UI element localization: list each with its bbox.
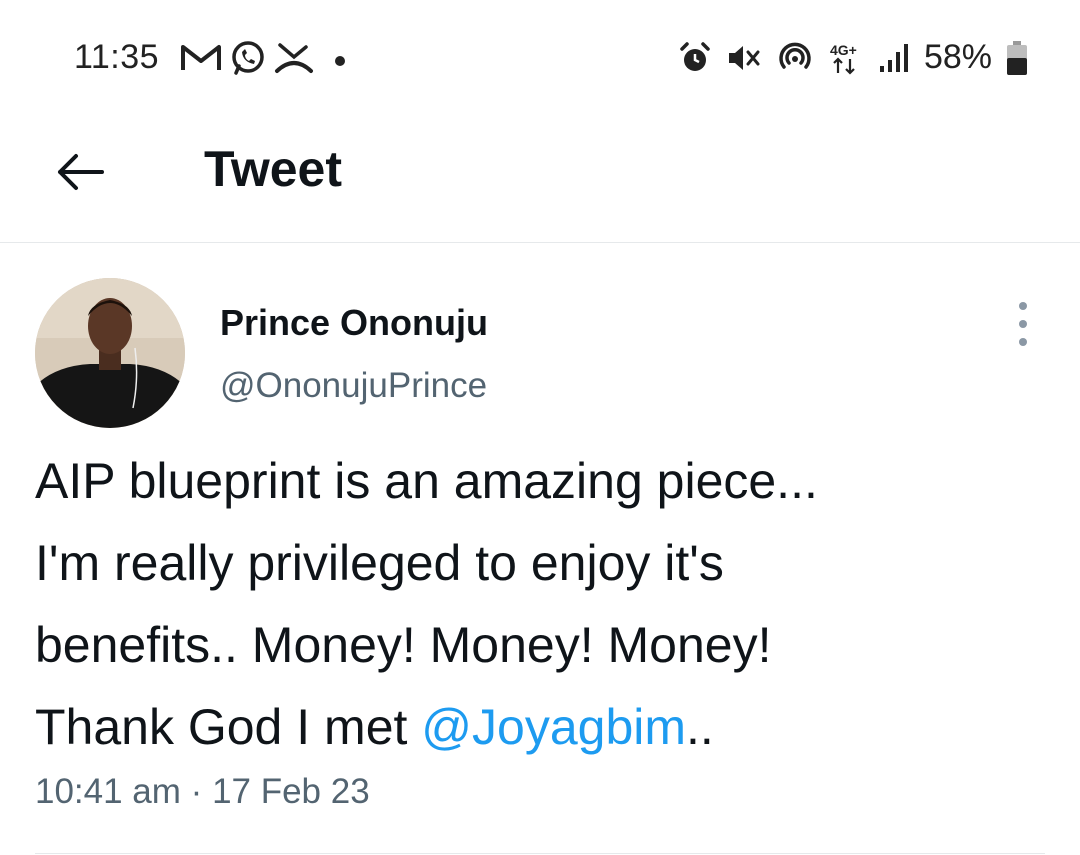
author-name[interactable]: Prince Ononuju xyxy=(220,302,488,344)
mention-link[interactable]: @Joyagbim xyxy=(421,699,686,755)
author-handle[interactable]: @OnonujuPrince xyxy=(220,366,487,406)
status-bar: 11:35 4G+ 58% xyxy=(0,0,1080,120)
tweet-timestamp: 10:41 am · 17 Feb 23 xyxy=(35,772,370,812)
network-4g-icon: 4G+ xyxy=(830,42,857,75)
more-dot-icon xyxy=(1019,338,1027,346)
profile-photo xyxy=(35,278,185,428)
meta-separator: · xyxy=(190,772,203,811)
divider xyxy=(35,853,1045,854)
system-status-icons: 4G+ 58% xyxy=(678,38,1028,77)
battery-icon xyxy=(1007,40,1027,75)
notification-icons xyxy=(180,40,352,76)
back-button[interactable] xyxy=(50,142,110,202)
tweet-text: AIP blueprint is an amazing piece... I'm… xyxy=(35,440,1045,768)
alarm-icon xyxy=(680,41,710,71)
tweet-text-line: benefits.. Money! Money! Money! xyxy=(35,617,772,673)
more-dot-icon xyxy=(1019,320,1027,328)
whatsapp-icon xyxy=(232,41,264,75)
more-options-button[interactable] xyxy=(1008,302,1038,346)
tweet-text-line: Thank God I met @Joyagbim.. xyxy=(35,686,1045,768)
app-header: Tweet xyxy=(0,120,1080,243)
missed-call-icon xyxy=(275,43,313,73)
svg-text:4G+: 4G+ xyxy=(830,42,857,58)
tweet-date: 17 Feb 23 xyxy=(212,772,370,811)
signal-icon xyxy=(879,43,908,72)
tweet-text-prefix: Thank God I met xyxy=(35,699,422,755)
tweet-text-suffix: .. xyxy=(686,699,714,755)
hotspot-icon xyxy=(779,42,811,69)
tweet-time: 10:41 am xyxy=(35,772,181,811)
battery-percentage: 58% xyxy=(923,38,992,76)
avatar[interactable] xyxy=(35,278,185,428)
arrow-left-icon xyxy=(58,154,104,190)
page-title: Tweet xyxy=(204,141,342,197)
more-dot-icon xyxy=(1019,302,1027,310)
tweet-text-line: AIP blueprint is an amazing piece... xyxy=(35,453,818,509)
dot-icon xyxy=(335,56,345,66)
tweet-text-line: I'm really privileged to enjoy it's xyxy=(35,535,724,591)
mute-icon xyxy=(728,45,760,70)
status-time: 11:35 xyxy=(74,38,160,76)
gmail-icon xyxy=(181,45,221,70)
